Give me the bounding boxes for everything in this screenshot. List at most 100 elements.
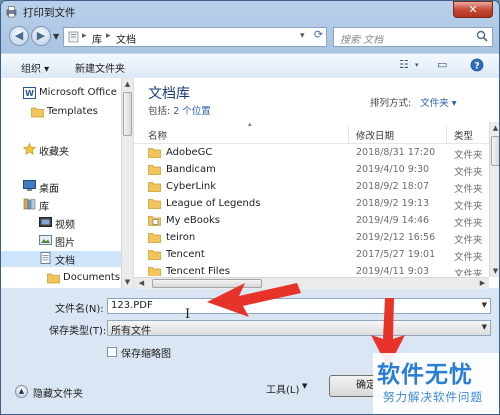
file-name: CyberLink [166, 181, 216, 192]
locations-link[interactable]: 2 个位置 [173, 106, 211, 117]
folder-icon [148, 199, 161, 209]
breadcrumb-library[interactable]: 库 [92, 31, 102, 46]
breadcrumb-chevron-icon[interactable]: ▸ [82, 31, 87, 41]
forward-button[interactable]: ▶ [31, 26, 51, 46]
file-row[interactable]: teiron 2019/2/12 16:56 文件夹 [134, 230, 489, 247]
arrange-dropdown[interactable]: 文件夹 ▾ [420, 98, 456, 109]
nav-item-label: 图片 [55, 238, 75, 249]
nav-item-pictures[interactable]: 图片 [1, 233, 121, 249]
save-thumbnail-checkbox[interactable] [107, 347, 117, 357]
scroll-left-icon[interactable]: ◀ [136, 277, 147, 289]
dropdown-arrow-icon[interactable]: ▼ [482, 323, 487, 331]
document-icon [40, 252, 51, 264]
file-date: 2019/4/10 9:30 [356, 164, 430, 175]
file-type: 文件夹 [454, 235, 483, 246]
nav-item-templates[interactable]: Templates [1, 105, 121, 121]
office-icon: W [23, 87, 36, 99]
file-date: 2019/4/9 14:46 [356, 215, 430, 226]
save-dialog-window: 打印到文件 ✕ ◀ ▶ ▼ ▸ 库 ▸ 文档 ▾ ⟳ 搜索 文档 组织 ▾ 新建… [0, 0, 500, 415]
nav-item-documents-folder[interactable]: Documents [1, 271, 121, 287]
arrange-by: 排列方式: 文件夹 ▾ [370, 95, 457, 109]
address-bar[interactable]: ▸ 库 ▸ 文档 ▾ [63, 27, 327, 47]
file-type: 文件夹 [454, 252, 483, 263]
search-input[interactable]: 搜索 文档 [333, 27, 493, 47]
view-options-icon[interactable]: ☷ [399, 58, 409, 71]
nav-item-label: 桌面 [39, 184, 59, 195]
column-date[interactable]: 修改日期 [356, 128, 394, 142]
library-icon [23, 198, 36, 210]
organize-menu[interactable]: 组织 ▾ [21, 60, 49, 75]
tools-dropdown-icon[interactable]: ▼ [302, 382, 307, 390]
column-name[interactable]: 名称 [148, 128, 167, 142]
scroll-down-icon[interactable]: ▼ [122, 276, 133, 288]
svg-text:W: W [25, 89, 34, 98]
watermark-title: 软件无忧 [377, 362, 473, 388]
nav-item-desktop[interactable]: 桌面 [1, 179, 121, 195]
nav-item-label: Documents [63, 272, 121, 283]
scroll-right-icon[interactable]: ▶ [477, 277, 488, 289]
file-row[interactable]: CyberLink 2018/9/2 18:07 文件夹 [134, 179, 489, 196]
scroll-up-icon[interactable]: ▲ [122, 78, 133, 90]
file-row[interactable]: Tencent Files 2019/4/11 9:03 文件夹 [134, 264, 489, 276]
file-list-hscrollbar-thumb[interactable] [152, 279, 262, 288]
title-bar: 打印到文件 ✕ [1, 1, 499, 23]
nav-scrollbar[interactable]: ▲ ▼ [121, 78, 133, 288]
save-thumbnail-label[interactable]: 保存缩略图 [121, 345, 171, 360]
scroll-up-icon[interactable]: ▲ [490, 122, 499, 134]
address-dropdown-icon[interactable]: ▾ [300, 31, 305, 41]
navigation-pane: W Microsoft Office Templates 收藏夹 桌面 库 视频… [1, 78, 134, 288]
text-cursor-icon: I [185, 307, 191, 322]
back-button[interactable]: ◀ [9, 26, 29, 46]
column-type[interactable]: 类型 [454, 128, 473, 142]
filetype-select[interactable]: 所有文件 ▼ [107, 320, 491, 337]
picture-icon [39, 235, 52, 245]
file-type: 文件夹 [454, 150, 483, 161]
column-divider[interactable] [348, 125, 349, 143]
filetype-value: 所有文件 [111, 326, 151, 337]
file-row[interactable]: Bandicam 2019/4/10 9:30 文件夹 [134, 162, 489, 179]
file-list-vscrollbar[interactable]: ▲ ▼ [489, 122, 499, 277]
library-icon [68, 31, 79, 43]
filetype-label: 保存类型(T): [49, 326, 107, 337]
dropdown-arrow-icon[interactable]: ▼ [482, 301, 487, 309]
search-placeholder: 搜索 文档 [340, 35, 384, 46]
nav-item-label: Templates [47, 106, 98, 117]
preview-pane-icon[interactable]: ▭ [437, 58, 447, 71]
help-icon[interactable]: ? [470, 58, 484, 72]
nav-item-favorites[interactable]: 收藏夹 [1, 142, 121, 158]
file-type: 文件夹 [454, 167, 483, 178]
file-name: Tencent [166, 249, 205, 260]
nav-item-microsoft-office[interactable]: W Microsoft Office [1, 86, 121, 102]
nav-item-libraries[interactable]: 库 [1, 197, 121, 213]
nav-item-label: 库 [39, 202, 49, 213]
file-row[interactable]: League of Legends 2018/9/2 19:13 文件夹 [134, 196, 489, 213]
file-row[interactable]: Tencent 2017/5/27 19:01 文件夹 [134, 247, 489, 264]
folder-icon [47, 273, 60, 284]
close-button[interactable]: ✕ [453, 1, 493, 18]
nav-scrollbar-thumb[interactable] [123, 92, 132, 136]
refresh-icon[interactable]: ⟳ [311, 27, 326, 43]
new-folder-button[interactable]: 新建文件夹 [75, 60, 125, 75]
nav-item-documents[interactable]: 文档 [1, 251, 121, 267]
folder-icon [148, 165, 161, 175]
column-divider[interactable] [446, 125, 447, 143]
breadcrumb-documents[interactable]: 文档 [116, 31, 136, 46]
filename-value: 123.PDF [111, 300, 153, 311]
filename-field[interactable]: 123.PDF ▼ [107, 298, 491, 314]
recent-pages-dropdown-icon[interactable]: ▼ [53, 32, 59, 41]
svg-text:?: ? [474, 62, 479, 72]
nav-item-videos[interactable]: 视频 [1, 215, 121, 231]
file-list-hscrollbar[interactable]: ◀ ▶ [134, 277, 489, 289]
file-date: 2018/8/31 17:20 [356, 147, 436, 158]
nav-item-label: 收藏夹 [39, 147, 69, 158]
scroll-down-icon[interactable]: ▼ [490, 265, 499, 277]
file-list-vscrollbar-thumb[interactable] [491, 136, 499, 166]
file-row[interactable]: AdobeGC 2018/8/31 17:20 文件夹 [134, 145, 489, 162]
view-dropdown-icon[interactable]: ▾ [415, 61, 419, 69]
breadcrumb-chevron-icon[interactable]: ▸ [106, 31, 111, 41]
file-row[interactable]: My eBooks 2019/4/9 14:46 文件夹 [134, 213, 489, 230]
library-includes: 包括: 2 个位置 [148, 103, 211, 117]
video-icon [39, 217, 52, 227]
file-type: 文件夹 [454, 201, 483, 212]
tools-menu[interactable]: 工具(L) [266, 381, 299, 396]
